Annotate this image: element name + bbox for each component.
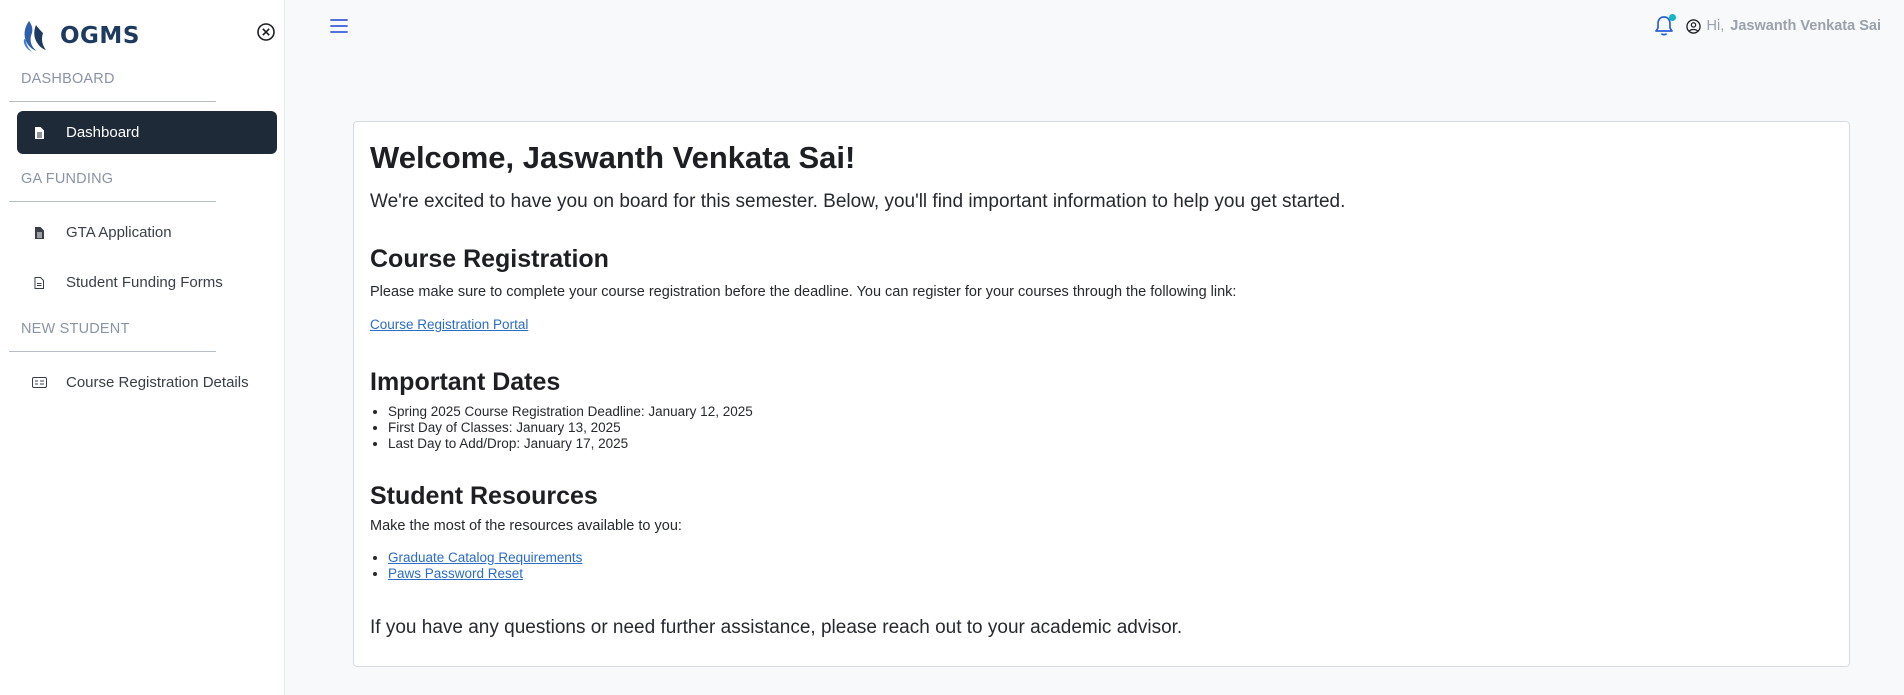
intro-text: We're excited to have you on board for t…	[370, 191, 1346, 212]
student-resources-text: Make the most of the resources available…	[370, 518, 682, 534]
list-item: Spring 2025 Course Registration Deadline…	[388, 404, 1833, 420]
sidebar-item-gta-application[interactable]: GTA Application	[17, 211, 277, 254]
sidebar: OGMS DASHBOARD Dashboard GA FUNDING GTA …	[0, 0, 285, 695]
welcome-card: Welcome, Jaswanth Venkata Sai! We're exc…	[353, 121, 1850, 667]
section-label-new-student: NEW STUDENT	[21, 321, 130, 337]
section-divider	[9, 351, 216, 352]
user-circle-icon[interactable]	[1685, 18, 1701, 34]
sidebar-item-label: Dashboard	[66, 124, 140, 141]
notifications-button[interactable]	[1654, 14, 1676, 37]
student-resources-heading: Student Resources	[370, 482, 598, 510]
list-item: Paws Password Reset	[388, 566, 1833, 582]
sidebar-item-label: Student Funding Forms	[66, 274, 223, 291]
document-icon	[32, 226, 46, 240]
hamburger-menu-icon[interactable]	[329, 16, 349, 36]
section-divider	[9, 201, 216, 202]
student-resources-list: Graduate Catalog Requirements Paws Passw…	[388, 550, 1833, 582]
id-card-icon	[31, 376, 47, 390]
course-registration-heading: Course Registration	[370, 245, 609, 273]
notification-dot	[1668, 14, 1676, 21]
user-name[interactable]: Jaswanth Venkata Sai	[1730, 18, 1881, 34]
closing-text: If you have any questions or need furthe…	[370, 617, 1183, 638]
user-area: Hi, Jaswanth Venkata Sai	[1654, 14, 1881, 38]
close-sidebar-icon[interactable]	[256, 22, 276, 42]
sidebar-item-label: Course Registration Details	[66, 374, 249, 391]
list-item: First Day of Classes: January 13, 2025	[388, 420, 1833, 436]
section-divider	[9, 101, 216, 102]
course-registration-text: Please make sure to complete your course…	[370, 284, 1237, 300]
page-title: Welcome, Jaswanth Venkata Sai!	[370, 140, 856, 175]
section-label-ga-funding: GA FUNDING	[21, 171, 114, 187]
course-registration-portal-link[interactable]: Course Registration Portal	[370, 317, 528, 332]
sidebar-item-course-registration-details[interactable]: Course Registration Details	[17, 361, 277, 404]
paws-password-reset-link[interactable]: Paws Password Reset	[388, 566, 523, 581]
list-item: Last Day to Add/Drop: January 17, 2025	[388, 436, 1833, 452]
app-logo[interactable]: OGMS	[20, 16, 140, 56]
sidebar-item-student-funding-forms[interactable]: Student Funding Forms	[17, 261, 277, 304]
greeting-text: Hi,	[1706, 18, 1725, 34]
document-outline-icon	[32, 276, 46, 290]
list-item: Graduate Catalog Requirements	[388, 550, 1833, 566]
app-logo-text: OGMS	[60, 23, 140, 49]
section-label-dashboard: DASHBOARD	[21, 71, 115, 87]
important-dates-list: Spring 2025 Course Registration Deadline…	[388, 404, 1833, 452]
graduate-catalog-link[interactable]: Graduate Catalog Requirements	[388, 550, 582, 565]
flame-logo-icon	[23, 21, 46, 52]
sidebar-item-dashboard[interactable]: Dashboard	[17, 111, 277, 154]
sidebar-item-label: GTA Application	[66, 224, 172, 241]
document-icon	[32, 126, 46, 140]
important-dates-heading: Important Dates	[370, 368, 561, 396]
